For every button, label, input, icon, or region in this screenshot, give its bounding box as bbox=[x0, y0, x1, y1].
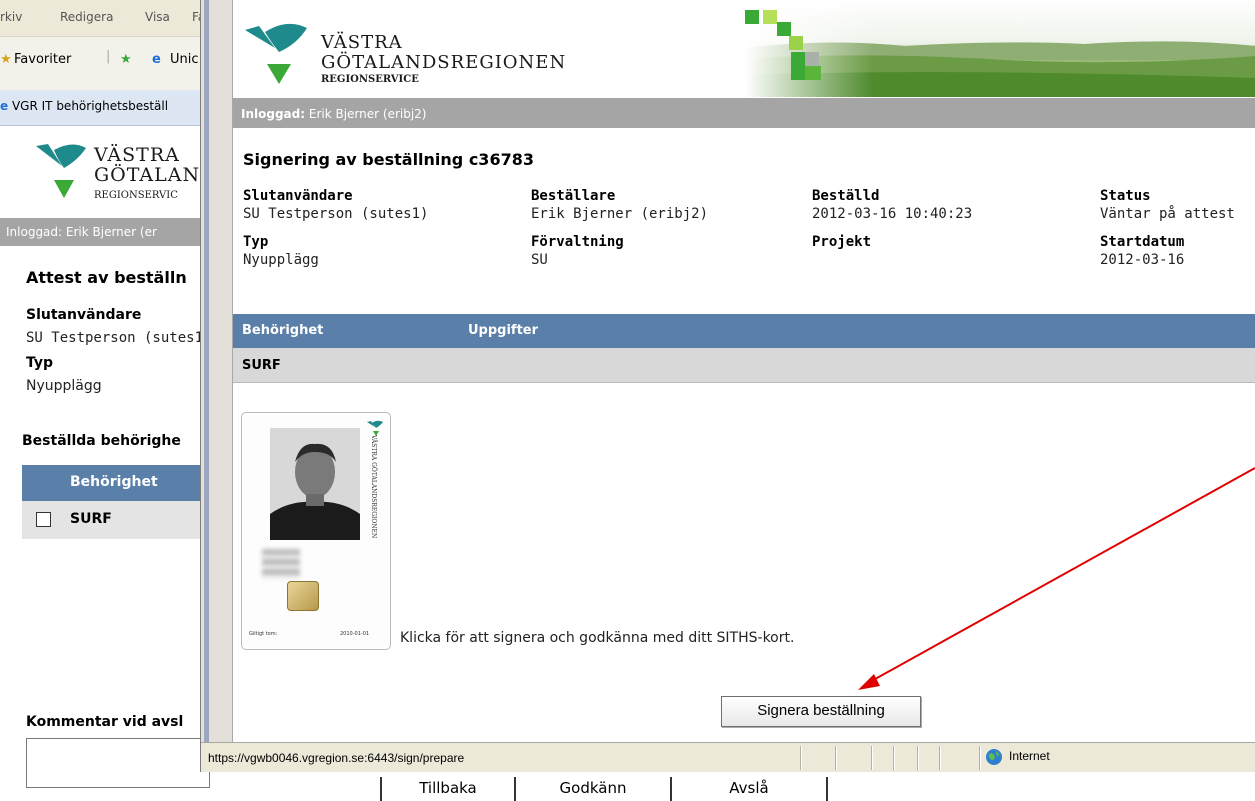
status-url: https://vgwb0046.vgregion.se:6443/sign/p… bbox=[208, 751, 465, 765]
logo-text: GÖTALAN bbox=[94, 164, 201, 186]
menu-item-visa[interactable]: Visa bbox=[145, 10, 170, 24]
end-user-value: SU Testperson (sutes1 bbox=[26, 330, 204, 346]
menu-item-redigera[interactable]: Redigera bbox=[60, 10, 113, 24]
row-permission-name: SURF bbox=[70, 511, 112, 527]
logo-text: GÖTALANDSREGIONEN bbox=[321, 52, 567, 73]
comment-textarea[interactable] bbox=[26, 738, 210, 788]
startdate-value: 2012-03-16 bbox=[1100, 252, 1185, 268]
status-bar: https://vgwb0046.vgregion.se:6443/sign/p… bbox=[201, 742, 1255, 772]
logo-subtext: REGIONSERVICE bbox=[321, 74, 419, 85]
permissions-table-header: Behörighet bbox=[22, 465, 210, 501]
project-field: Projekt bbox=[812, 234, 871, 250]
row-checkbox[interactable] bbox=[36, 512, 51, 527]
siths-card-image[interactable]: VÄSTRA GÖTALANDSREGIONEN Giltigt tom: 20… bbox=[241, 412, 391, 650]
status-divider bbox=[871, 746, 872, 770]
type-label: Typ bbox=[243, 234, 269, 250]
table-row: SURF bbox=[22, 501, 210, 539]
ordered-field: Beställd 2012-03-16 10:40:23 bbox=[812, 188, 972, 222]
type-label: Typ bbox=[26, 355, 54, 371]
approve-button[interactable]: Godkänn bbox=[514, 777, 670, 801]
type-value: Nyupplägg bbox=[243, 252, 319, 268]
administration-field: Förvaltning SU bbox=[531, 234, 624, 268]
status-divider bbox=[893, 746, 894, 770]
page-title: Attest av beställn bbox=[26, 268, 187, 287]
favorites-button[interactable]: Favoriter bbox=[14, 52, 71, 67]
popup-content: VÄSTRA GÖTALANDSREGIONEN REGIONSERVICE I… bbox=[233, 0, 1255, 742]
end-user-value: SU Testperson (sutes1) bbox=[243, 206, 429, 222]
page-title: Signering av beställning c36783 bbox=[243, 150, 534, 169]
status-divider bbox=[917, 746, 918, 770]
landscape-banner-image bbox=[745, 0, 1255, 97]
logo-mark-icon bbox=[36, 144, 86, 198]
reject-button[interactable]: Avslå bbox=[670, 777, 828, 801]
window-frame bbox=[201, 0, 233, 772]
orderer-field: Beställare Erik Bjerner (eribj2) bbox=[531, 188, 708, 222]
card-valid-date: 2010-01-01 bbox=[340, 631, 370, 637]
status-divider bbox=[979, 746, 980, 770]
browser-tab[interactable]: e VGR IT behörighetsbeställ bbox=[0, 99, 168, 113]
menu-bar: rkiv Redigera Visa Fa bbox=[0, 0, 210, 36]
action-buttons: Tillbaka Godkänn Avslå bbox=[380, 777, 828, 801]
card-name-blurred bbox=[262, 549, 300, 579]
card-logo-mark-icon bbox=[367, 420, 383, 436]
administration-label: Förvaltning bbox=[531, 234, 624, 250]
end-user-field: Slutanvändare SU Testperson (sutes1) bbox=[243, 188, 428, 222]
ie-icon: e bbox=[152, 52, 161, 67]
orderer-label: Beställare bbox=[531, 188, 616, 204]
logo-mark-icon bbox=[245, 23, 307, 84]
column-header-details: Uppgifter bbox=[468, 323, 539, 338]
status-divider bbox=[939, 746, 940, 770]
project-label: Projekt bbox=[812, 234, 872, 250]
table-row: SURF bbox=[233, 348, 1255, 383]
card-photo bbox=[270, 428, 360, 540]
back-button[interactable]: Tillbaka bbox=[380, 777, 514, 801]
logo-subtext: REGIONSERVIC bbox=[94, 190, 178, 201]
administration-value: SU bbox=[531, 252, 548, 268]
logo-text: VÄSTRA bbox=[321, 32, 403, 53]
add-favorite-icon[interactable]: ★ bbox=[120, 52, 132, 67]
type-field: Typ Nyupplägg bbox=[243, 234, 319, 268]
security-zone: Internet bbox=[1009, 749, 1050, 763]
sign-order-button[interactable]: Signera beställning bbox=[721, 696, 921, 727]
orderer-value: Erik Bjerner (eribj2) bbox=[531, 206, 709, 222]
tab-bar: e VGR IT behörighetsbeställ bbox=[0, 90, 210, 126]
menu-item-arkiv[interactable]: rkiv bbox=[0, 10, 22, 24]
card-logo-text: VÄSTRA GÖTALANDSREGIONEN bbox=[370, 435, 377, 539]
logged-in-user: Erik Bjerner (eribj2) bbox=[308, 107, 427, 121]
ie-icon: e bbox=[0, 99, 9, 113]
logged-in-label: Inloggad: bbox=[241, 107, 306, 121]
status-divider bbox=[835, 746, 836, 770]
favorites-star-icon: ★ bbox=[0, 52, 12, 67]
ordered-value: 2012-03-16 10:40:23 bbox=[812, 206, 973, 222]
startdate-field: Startdatum 2012-03-16 bbox=[1100, 234, 1184, 268]
chip-icon bbox=[287, 581, 319, 611]
ordered-label: Beställd bbox=[812, 188, 880, 204]
end-user-label: Slutanvändare bbox=[26, 307, 142, 323]
status-divider bbox=[800, 746, 801, 770]
startdate-label: Startdatum bbox=[1100, 234, 1185, 250]
status-value: Väntar på attest bbox=[1100, 206, 1235, 222]
status-field: Status Väntar på attest bbox=[1100, 188, 1235, 222]
column-header-permission: Behörighet bbox=[242, 323, 324, 338]
permissions-table-header: Behörighet Uppgifter bbox=[233, 314, 1255, 348]
sign-instruction-text: Klicka för att signera och godkänna med … bbox=[400, 630, 795, 646]
separator: | bbox=[106, 49, 111, 64]
card-valid-label: Giltigt tom: bbox=[249, 631, 278, 637]
end-user-label: Slutanvändare bbox=[243, 188, 353, 204]
row-permission-name: SURF bbox=[242, 358, 281, 373]
ordered-permissions-heading: Beställda behörighe bbox=[22, 433, 181, 449]
status-label: Status bbox=[1100, 188, 1151, 204]
vgr-logo: VÄSTRA GÖTALANDSREGIONEN REGIONSERVICE bbox=[241, 18, 621, 90]
globe-icon bbox=[986, 749, 1002, 765]
logo-text: VÄSTRA bbox=[94, 144, 180, 166]
signing-popup-window: VÄSTRA GÖTALANDSREGIONEN REGIONSERVICE I… bbox=[200, 0, 1255, 772]
vgr-logo: VÄSTRA GÖTALAN REGIONSERVIC bbox=[34, 140, 210, 212]
browser-tab-title: VGR IT behörighetsbeställ bbox=[11, 99, 169, 113]
favorites-bar: ★ Favoriter | ★ e Unic bbox=[0, 36, 210, 90]
favorite-link[interactable]: Unic bbox=[170, 52, 199, 67]
comment-label: Kommentar vid avsl bbox=[26, 714, 184, 730]
logged-in-bar: Inloggad: Erik Bjerner (er bbox=[0, 218, 210, 246]
type-value: Nyupplägg bbox=[26, 378, 102, 394]
logged-in-bar: Inloggad: Erik Bjerner (eribj2) bbox=[233, 98, 1255, 128]
